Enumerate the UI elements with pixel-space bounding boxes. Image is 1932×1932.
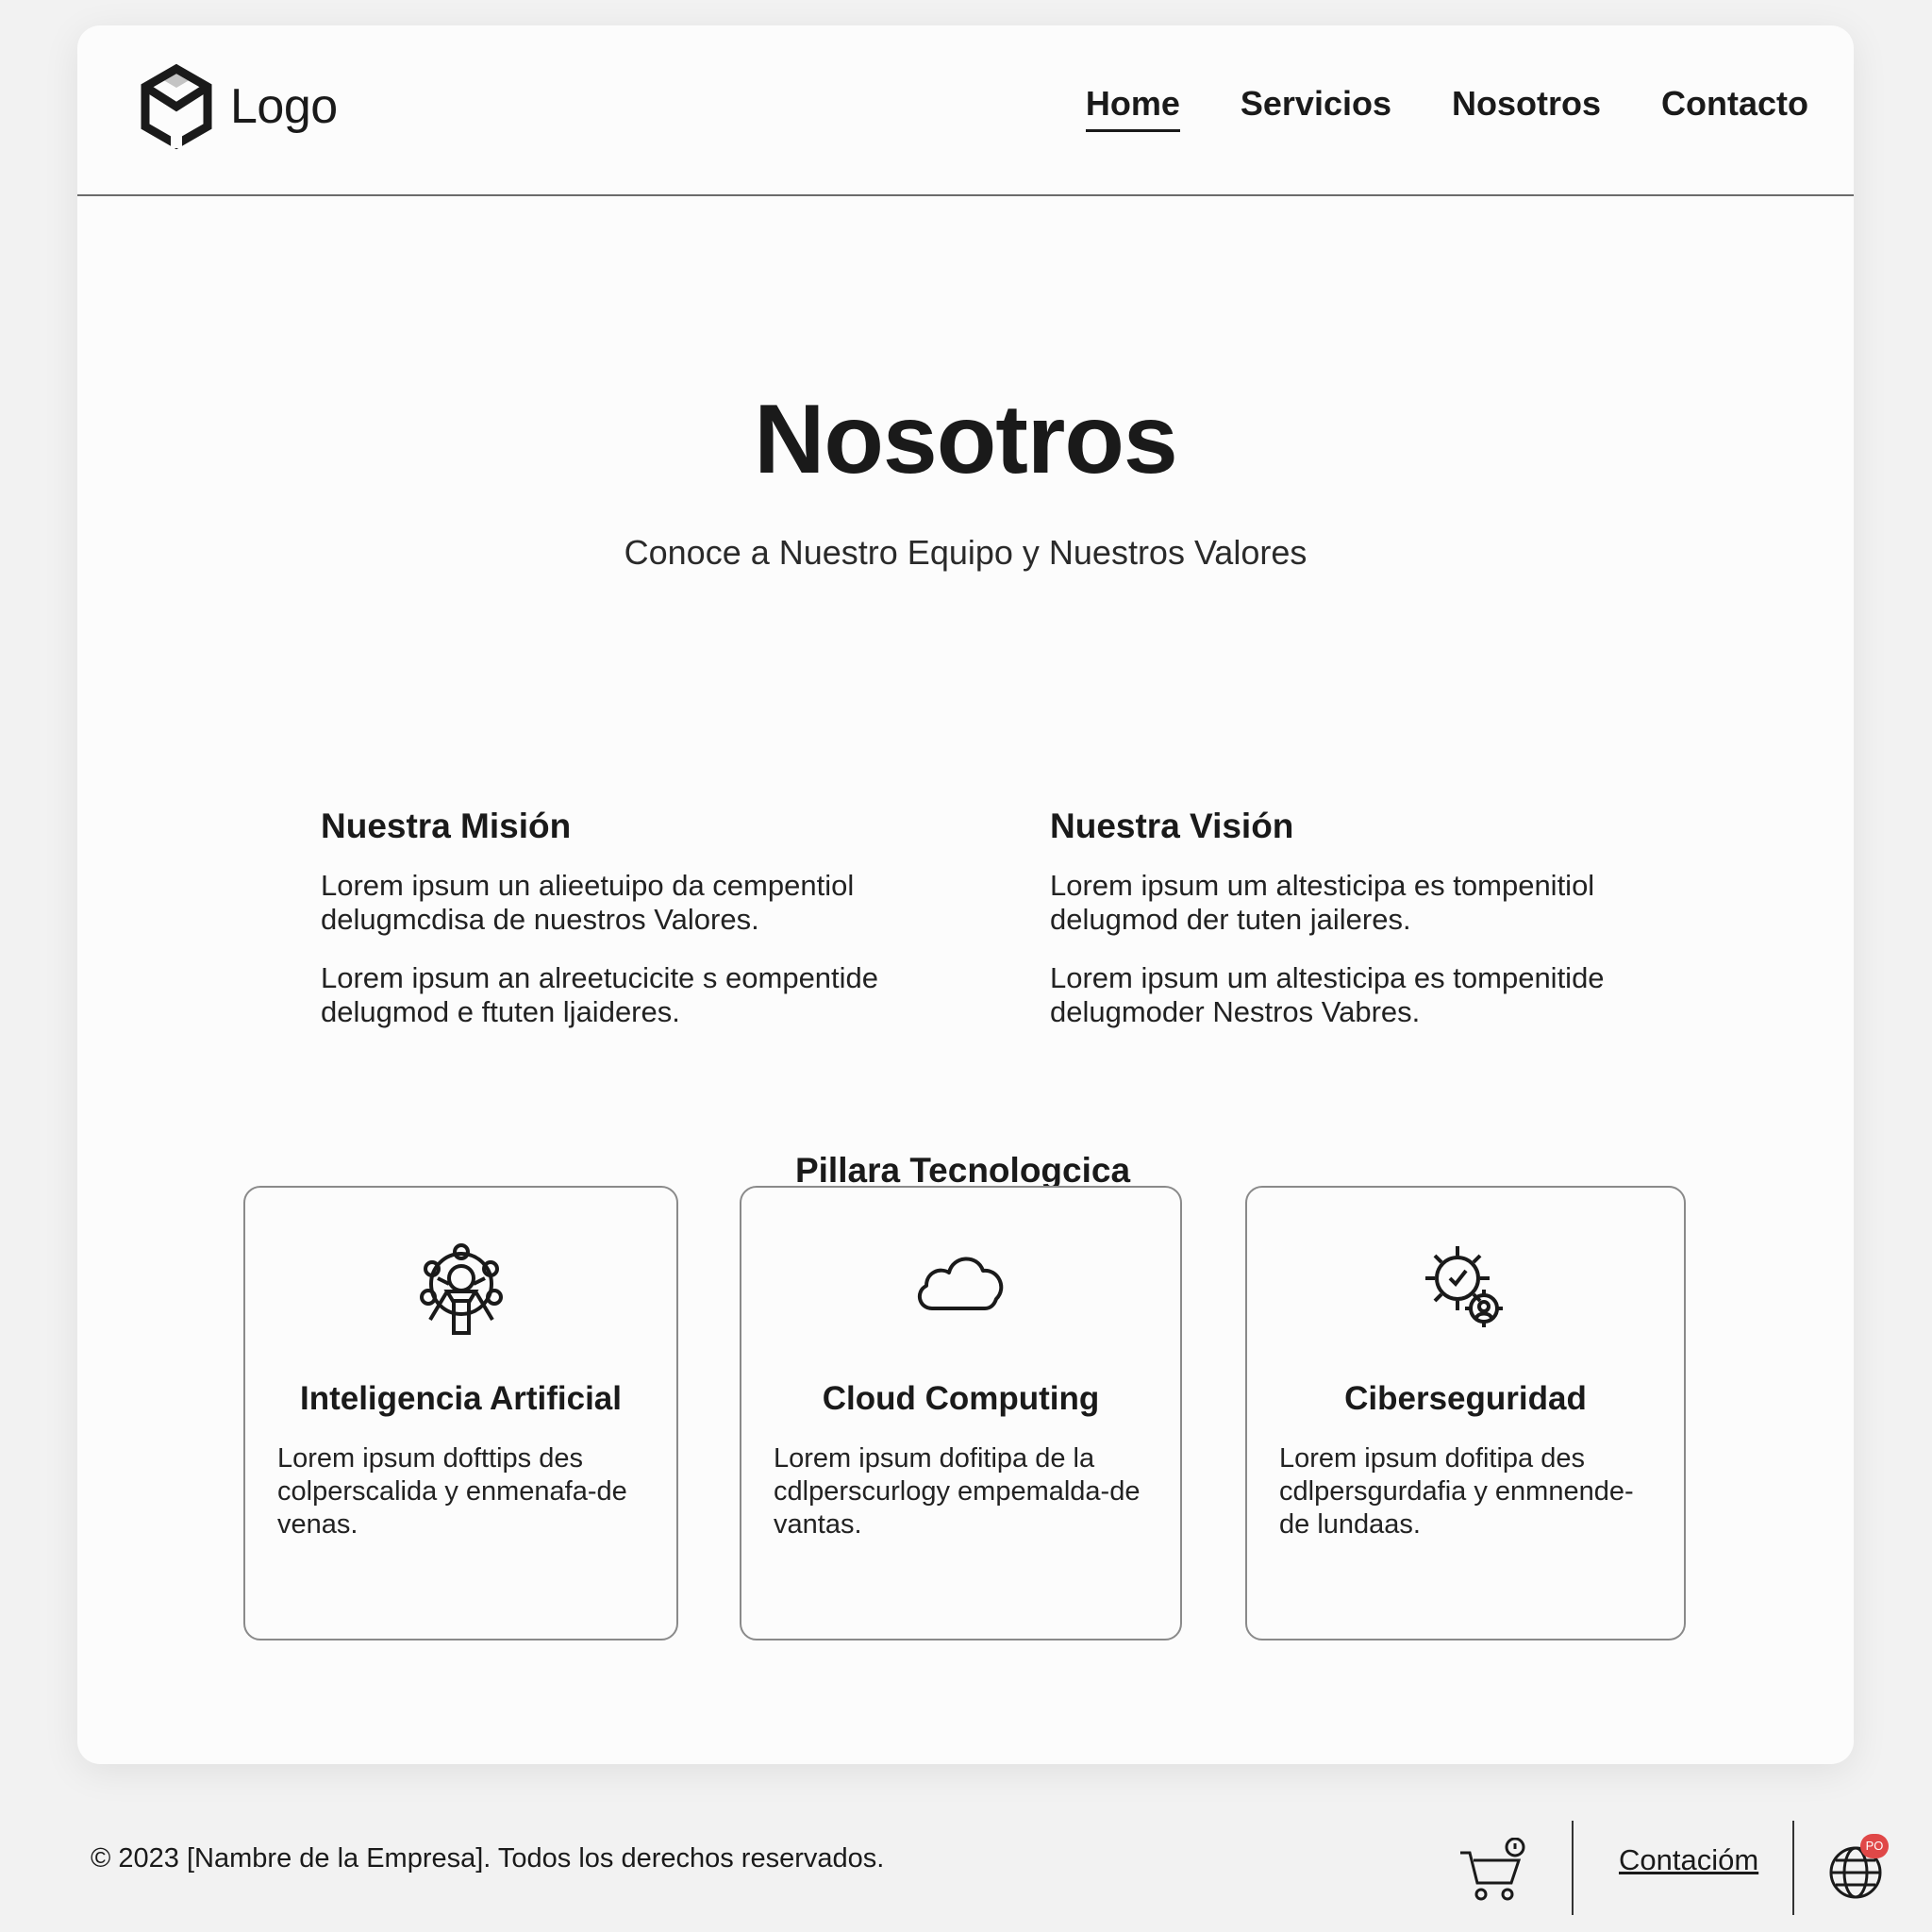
ai-network-icon	[409, 1235, 513, 1339]
footer-actions: Contacióm PO	[1441, 1821, 1932, 1915]
security-gear-icon	[1414, 1235, 1518, 1339]
pillar-title: Inteligencia Artificial	[299, 1380, 622, 1417]
logo[interactable]: Logo	[136, 63, 338, 150]
vision-paragraph: Lorem ipsum um altesticipa es tompenitio…	[1050, 869, 1595, 936]
vision-title: Nuestra Visión	[1050, 807, 1294, 845]
pillar-card-cloud[interactable]: Cloud Computing Lorem ipsum dofitipa de …	[740, 1186, 1182, 1641]
pillar-text: Lorem ipsum dofitipa des cdlpersgurdafia…	[1279, 1443, 1634, 1540]
pillars-title: Pillara Tecnologcica	[77, 1151, 1854, 1191]
pillar-text: Lorem ipsum dofitipa de la cdlperscurlog…	[774, 1443, 1141, 1540]
footer-contact-link[interactable]: Contacióm	[1619, 1843, 1758, 1877]
pillar-title: Ciberseguridad	[1344, 1380, 1587, 1417]
site-header: Logo Home Servicios Nosotros Contacto	[77, 25, 1854, 196]
vision-section: Nuestra Visión Lorem ipsum um altesticip…	[1050, 807, 1654, 1054]
footer-divider	[1792, 1821, 1794, 1915]
page-card: Logo Home Servicios Nosotros Contacto No…	[77, 25, 1854, 1764]
mission-section: Nuestra Misión Lorem ipsum un alieetuipo…	[321, 807, 924, 1054]
pillar-title: Cloud Computing	[822, 1380, 1100, 1417]
footer-divider	[1572, 1821, 1574, 1915]
nav-home[interactable]: Home	[1085, 84, 1180, 132]
notification-badge: PO	[1860, 1834, 1889, 1858]
mission-paragraph: Lorem ipsum un alieetuipo da cempentiol …	[321, 869, 855, 936]
pillars-title-text: Pillara Tecnologcica	[794, 1151, 1131, 1190]
nav-servicios[interactable]: Servicios	[1241, 84, 1391, 132]
mission-title: Nuestra Misión	[321, 807, 572, 845]
vision-paragraph: Lorem ipsum um altesticipa es tompenitid…	[1050, 961, 1605, 1028]
page-subtitle: Conoce a Nuestro Equipo y Nuestros Valor…	[624, 533, 1307, 572]
nav-nosotros[interactable]: Nosotros	[1452, 84, 1601, 132]
mission-paragraph: Lorem ipsum an alreetucicite s eompentid…	[321, 961, 879, 1028]
cart-icon[interactable]	[1458, 1838, 1530, 1904]
footer-copyright: © 2023 [Nambre de la Empresa]. Todos los…	[91, 1843, 885, 1874]
page-title: Nosotros	[754, 385, 1177, 494]
nav-contacto[interactable]: Contacto	[1661, 84, 1808, 132]
logo-icon	[141, 63, 212, 150]
logo-text: Logo	[230, 79, 338, 134]
main-nav: Home Servicios Nosotros Contacto	[1085, 84, 1808, 132]
pillar-text: Lorem ipsum dofttips des colperscalida y…	[277, 1443, 627, 1540]
cloud-icon	[909, 1235, 1013, 1339]
pillar-card-security[interactable]: Ciberseguridad Lorem ipsum dofitipa des …	[1245, 1186, 1686, 1641]
pillar-card-ai[interactable]: Inteligencia Artificial Lorem ipsum doft…	[243, 1186, 678, 1641]
